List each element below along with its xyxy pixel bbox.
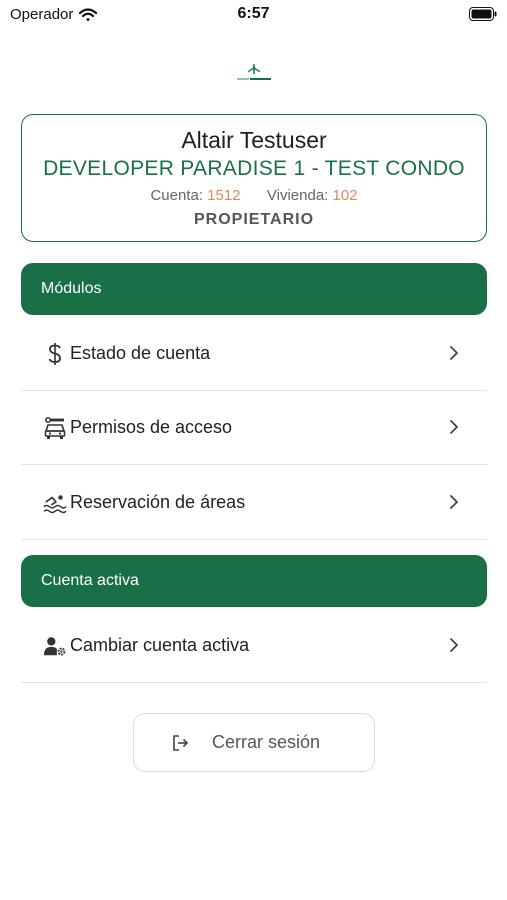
menu-item-label: Cambiar cuenta activa	[70, 635, 250, 655]
home-number: 102	[332, 187, 358, 204]
logout-button[interactable]: Cerrar sesión	[133, 713, 375, 772]
condo-name: DEVELOPER PARADISE 1 - TEST CONDO	[43, 157, 465, 180]
account-info: Cuenta: 1512 Vivienda: 102	[22, 187, 486, 204]
gate-car-icon	[43, 416, 67, 440]
chevron-right-icon	[450, 346, 458, 360]
menu-item-reservacion-de-areas[interactable]: Reservación de áreas	[21, 466, 487, 540]
section-header-cuenta-activa: Cuenta activa	[21, 555, 487, 607]
menu-item-label: Permisos de acceso	[70, 417, 233, 437]
account-label: Cuenta:	[150, 187, 203, 204]
battery-icon	[469, 7, 497, 21]
profile-card: Altair Testuser DEVELOPER PARADISE 1 - T…	[21, 114, 487, 242]
section-header-modulos: Módulos	[21, 263, 487, 315]
brand-logo	[237, 64, 271, 80]
menu-item-estado-de-cuenta[interactable]: Estado de cuenta	[21, 317, 487, 391]
section-title: Cuenta activa	[41, 572, 139, 589]
menu-item-cambiar-cuenta-activa[interactable]: Cambiar cuenta activa	[21, 609, 487, 683]
swimming-icon	[43, 491, 67, 515]
dollar-icon	[43, 342, 67, 366]
menu-item-permisos-de-acceso[interactable]: Permisos de acceso	[21, 391, 487, 465]
logout-icon	[173, 734, 189, 751]
user-name: Altair Testuser	[181, 127, 327, 153]
chevron-right-icon	[450, 495, 458, 509]
home-label: Vivienda:	[266, 187, 329, 204]
section-title: Módulos	[41, 280, 102, 297]
menu-item-label: Estado de cuenta	[70, 343, 211, 363]
user-gear-icon	[43, 634, 67, 658]
logout-label: Cerrar sesión	[212, 732, 321, 752]
menu-item-label: Reservación de áreas	[70, 492, 246, 512]
status-bar: Operador 6:57	[0, 0, 507, 30]
chevron-right-icon	[450, 420, 458, 434]
clock: 6:57	[237, 5, 270, 22]
role-label: PROPIETARIO	[193, 211, 315, 228]
account-number: 1512	[207, 187, 241, 204]
chevron-right-icon	[450, 638, 458, 652]
